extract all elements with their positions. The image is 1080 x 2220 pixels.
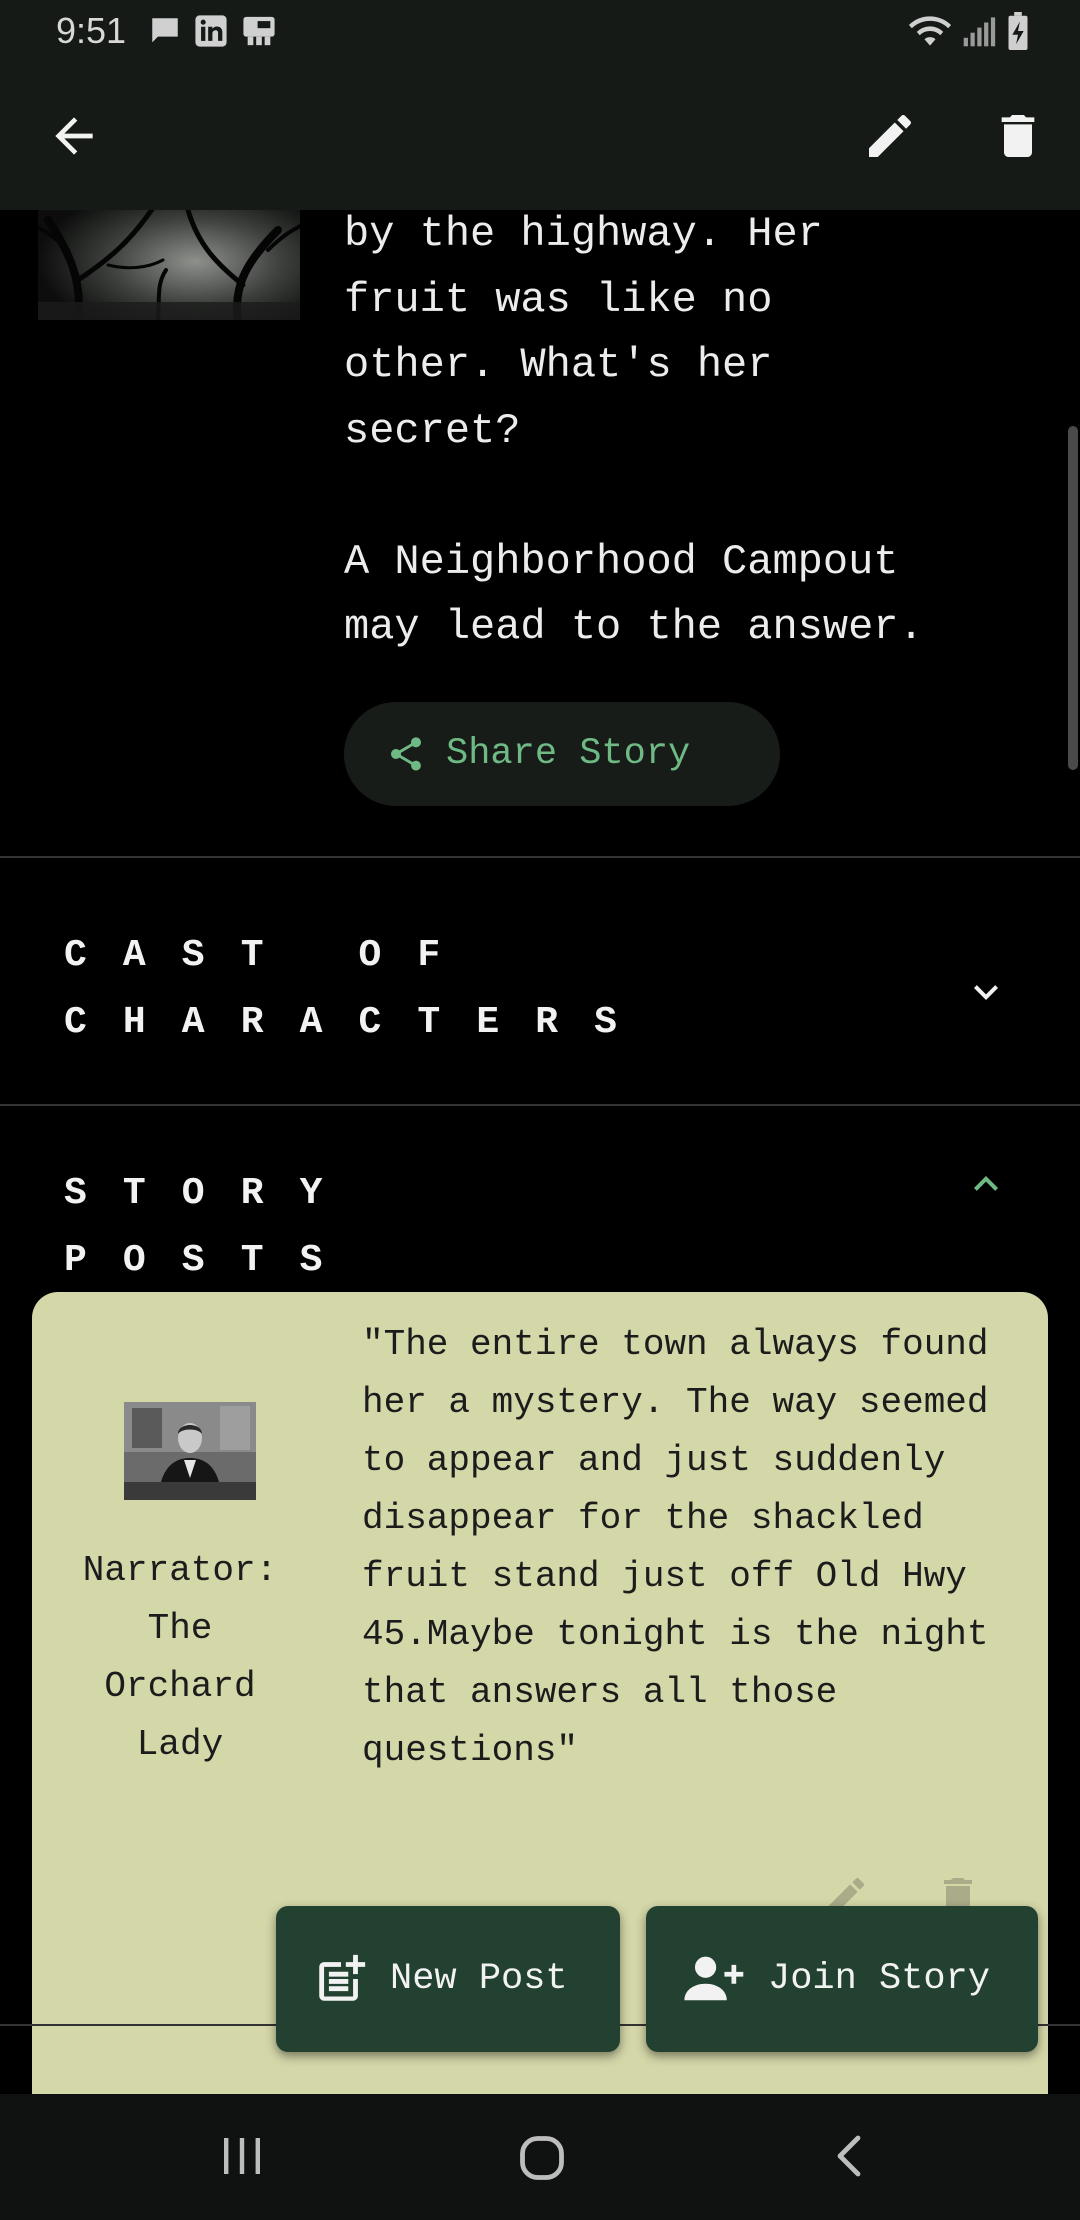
linkedin-icon xyxy=(195,15,227,47)
status-bar: 9:51 xyxy=(0,0,1080,64)
home-icon[interactable] xyxy=(516,2132,568,2184)
pencil-icon xyxy=(869,114,912,157)
join-story-label: Join Story xyxy=(768,1958,991,2000)
story-description: by the highway. Her fruit was like no ot… xyxy=(344,210,924,651)
post-text: "The entire town always found her a myst… xyxy=(362,1324,989,1771)
divider xyxy=(0,1104,1080,1106)
back-button[interactable] xyxy=(46,108,102,164)
system-navigation-bar xyxy=(0,2094,1080,2220)
share-icon xyxy=(390,737,421,771)
message-icon xyxy=(152,18,178,43)
new-post-label: New Post xyxy=(390,1958,568,2000)
share-story-label: Share Story xyxy=(446,733,691,775)
story-cover-image xyxy=(38,210,300,320)
story-content[interactable]: by the highway. Her fruit was like no ot… xyxy=(0,210,1080,2094)
chevron-down-icon[interactable] xyxy=(962,968,1010,1016)
recents-icon[interactable] xyxy=(218,2132,266,2180)
new-post-button[interactable]: New Post xyxy=(276,1906,620,2052)
notification-icons xyxy=(148,14,290,48)
divider xyxy=(0,856,1080,858)
posts-section-title: STORY POSTS xyxy=(64,1172,359,1282)
delete-story-button[interactable] xyxy=(990,108,1046,164)
post-add-icon xyxy=(319,1954,366,2001)
signal-icon xyxy=(963,17,996,47)
chevron-up-icon[interactable] xyxy=(962,1160,1010,1208)
narrator-avatar[interactable] xyxy=(124,1402,256,1500)
scrollbar-thumb[interactable] xyxy=(1068,426,1078,770)
wifi-icon xyxy=(908,16,952,46)
battery-charging-icon xyxy=(1008,12,1028,51)
person-add-icon xyxy=(684,1956,744,2001)
app-bar xyxy=(0,64,1080,210)
post-author: Narrator: The Orchard Lady xyxy=(82,1550,278,1765)
status-time: 9:51 xyxy=(56,10,127,51)
share-story-button[interactable]: Share Story xyxy=(344,702,780,806)
cast-section-title: CAST OF CHARACTERS xyxy=(64,934,654,1044)
app-notification-icon xyxy=(243,16,275,46)
join-story-button[interactable]: Join Story xyxy=(646,1906,1038,2052)
status-right-icons xyxy=(898,12,1030,51)
edit-story-button[interactable] xyxy=(862,108,918,164)
nav-back-icon[interactable] xyxy=(826,2132,874,2180)
trash-icon xyxy=(1001,115,1035,157)
arrow-back-icon xyxy=(55,117,93,155)
